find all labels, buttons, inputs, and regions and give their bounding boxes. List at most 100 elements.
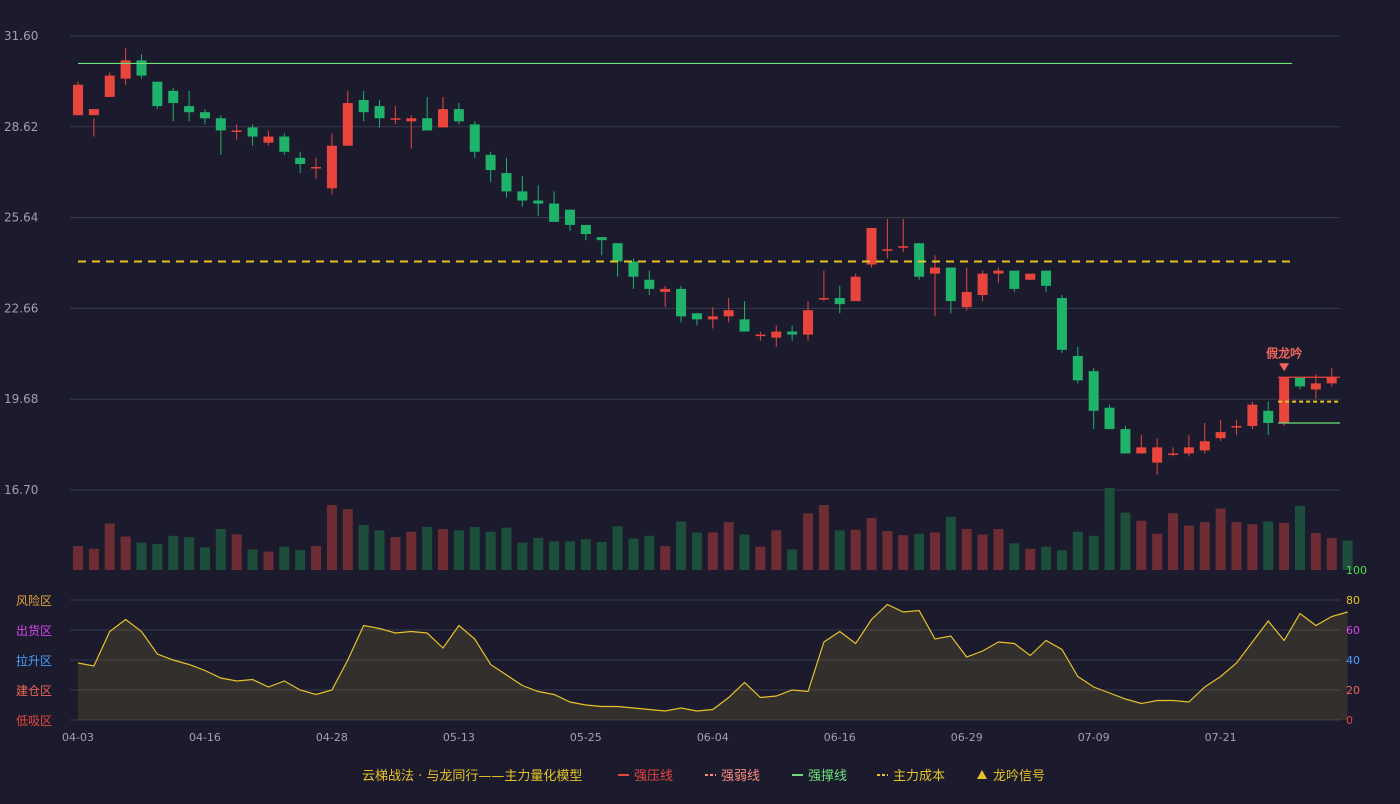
candle-body (850, 276, 861, 302)
candle-body (929, 267, 940, 274)
volume-bar (914, 533, 925, 570)
candle-body (374, 106, 385, 119)
candle-body (279, 136, 290, 152)
volume-bar (1247, 524, 1258, 570)
date-tick-label: 06-04 (697, 731, 729, 744)
volume-bar (1120, 512, 1131, 570)
candle-body (1025, 273, 1036, 280)
candle-body (945, 267, 956, 302)
candle-body (977, 273, 988, 295)
volume-bar (295, 550, 306, 570)
volume-bar (1104, 488, 1115, 570)
date-tick-label: 07-21 (1205, 731, 1237, 744)
volume-bar (311, 546, 322, 570)
candle-body (215, 118, 226, 131)
volume-bar (390, 537, 401, 570)
volume-bar (993, 529, 1004, 570)
candle-body (358, 99, 369, 113)
volume-bar (422, 526, 433, 570)
chart-stage: 31.60 28.62 25.64 22.66 19.68 16.70 假龙吟 100 80 6… (0, 0, 1400, 800)
volume-bar (898, 535, 909, 570)
candle-body (136, 60, 147, 76)
legend: 云梯战法 · 与龙同行——主力量化模型 强压线 强弱线 强撑线 主力成本 龙吟信号 (362, 768, 1045, 784)
candle-body (422, 118, 433, 131)
volume-bar (279, 546, 290, 570)
quant-chart: 31.60 28.62 25.64 22.66 19.68 16.70 假龙吟 100 80 6… (4, 29, 1367, 784)
price-tick-label: 25.64 (4, 211, 38, 225)
candle-body (1231, 426, 1242, 428)
candle-body (1215, 432, 1226, 439)
oscillator-tick-label: 80 (1346, 594, 1360, 607)
date-tick-label: 06-29 (951, 731, 983, 744)
candle-body (1072, 355, 1083, 381)
candle-body (898, 246, 909, 248)
candle-body (723, 310, 734, 317)
candle-body (1041, 270, 1052, 286)
candle-body (993, 270, 1004, 274)
date-tick-label: 04-16 (189, 731, 221, 744)
candle-body (691, 313, 702, 320)
legend-item-label: 主力成本 (893, 769, 945, 784)
price-panel: 31.60 28.62 25.64 22.66 19.68 16.70 假龙吟 (4, 29, 1340, 497)
volume-bar (199, 547, 210, 570)
candle-body (1120, 429, 1131, 454)
zone-label: 低吸区 (16, 714, 52, 728)
date-axis: 04-03 04-16 04-28 05-13 05-25 06-04 06-16 06-29… (62, 731, 1237, 744)
volume-bar (1072, 531, 1083, 570)
candle-body (517, 191, 528, 201)
candle-body (771, 331, 782, 338)
volume-bar (612, 526, 623, 570)
candle-body (152, 81, 163, 107)
legend-item-label: 龙吟信号 (993, 768, 1045, 784)
volume-bar (723, 522, 734, 570)
volume-bar (1231, 522, 1242, 570)
candle-body (438, 109, 449, 128)
volume-bar (945, 516, 956, 570)
volume-bar (342, 509, 353, 570)
candle-body (644, 279, 655, 289)
candle-body (676, 288, 687, 317)
volume-bar (977, 534, 988, 570)
volume-bar (136, 542, 147, 570)
legend-item-label: 强撑线 (808, 769, 847, 784)
volume-bar (1199, 522, 1210, 570)
candle-body (866, 227, 877, 265)
candle-body (660, 288, 671, 292)
candle-body (533, 200, 544, 204)
volume-bar (453, 530, 464, 570)
volume-bar (676, 521, 687, 570)
price-tick-label: 16.70 (4, 483, 38, 497)
candle-body (231, 130, 242, 132)
volume-bar (1279, 522, 1290, 570)
volume-bar (771, 530, 782, 570)
candle-body (73, 84, 83, 116)
volume-bar (533, 537, 544, 570)
volume-bar (866, 518, 877, 570)
volume-bar (263, 551, 274, 570)
volume-bar (326, 505, 337, 570)
oscillator-area (78, 604, 1348, 720)
volume-bar (215, 529, 226, 570)
candle-body (342, 103, 353, 146)
volume-bar (73, 546, 83, 570)
candle-body (1136, 447, 1147, 454)
candle-body (755, 334, 766, 337)
volume-bar (580, 539, 591, 570)
volume-bar (374, 530, 385, 570)
volume-bar (469, 526, 480, 570)
candle-body (914, 243, 925, 277)
date-tick-label: 05-25 (570, 731, 602, 744)
candle-body (1152, 447, 1163, 463)
volume-bar (1263, 521, 1274, 570)
volume-bar (104, 523, 115, 570)
oscillator-tick-label: 60 (1346, 624, 1360, 637)
candle-body (88, 109, 99, 116)
volume-bar (517, 542, 528, 570)
volume-bar (438, 529, 449, 570)
candle-body (104, 75, 115, 97)
candle-body (1294, 377, 1305, 387)
volume-bar (644, 535, 655, 570)
volume-bar (1041, 546, 1052, 570)
price-tick-label: 22.66 (4, 301, 38, 315)
volume-bar (691, 532, 702, 570)
